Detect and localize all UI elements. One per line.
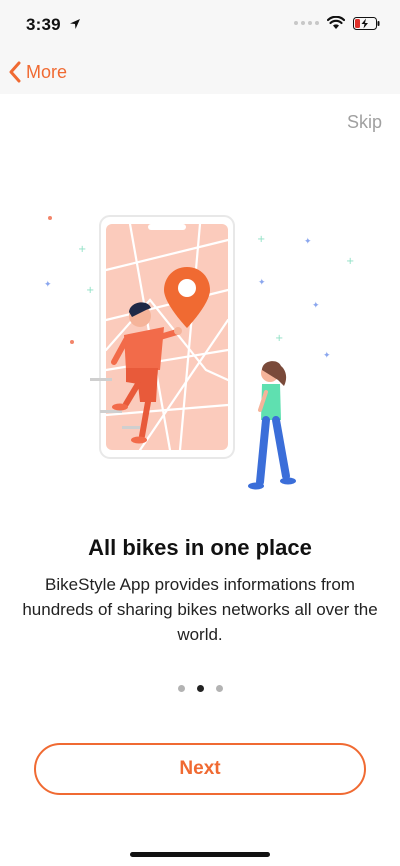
page-dot-3[interactable] (215, 685, 223, 692)
svg-text:✦: ✦ (258, 278, 266, 288)
next-button-label: Next (179, 758, 221, 779)
status-time: 3:39 (26, 15, 61, 34)
back-button[interactable]: More (8, 58, 67, 86)
navigation-bar: More (0, 50, 400, 94)
svg-text:✦: ✦ (304, 237, 312, 247)
cellular-signal-icon (294, 21, 319, 25)
battery-charging-icon (353, 16, 380, 30)
onboarding-description: BikeStyle App provides informations from… (22, 575, 378, 644)
page-dot-1[interactable] (177, 685, 185, 692)
location-arrow-icon (70, 19, 80, 29)
onboarding-title: All bikes in one place (88, 535, 312, 560)
chevron-left-icon (9, 61, 21, 83)
svg-text:✦: ✦ (44, 280, 52, 290)
home-indicator (130, 852, 270, 857)
page-indicator[interactable] (0, 685, 400, 692)
back-label: More (26, 61, 68, 82)
page-dot-2[interactable] (196, 685, 204, 692)
svg-text:✦: ✦ (312, 301, 320, 311)
onboarding-illustration: + + ✦ + + ✦ ✦ ✦ ✦ + (44, 215, 354, 490)
wifi-icon (327, 16, 345, 29)
svg-text:+: + (86, 285, 94, 296)
svg-text:✦: ✦ (323, 351, 331, 361)
skip-button[interactable]: Skip (347, 112, 382, 133)
status-indicators (294, 16, 380, 30)
svg-text:+: + (257, 234, 265, 245)
svg-text:+: + (275, 333, 283, 344)
status-bar: 3:39 (0, 0, 400, 50)
svg-text:+: + (78, 244, 86, 255)
woman-figure (248, 361, 296, 490)
next-button[interactable]: Next (34, 743, 366, 795)
svg-text:+: + (346, 256, 354, 267)
